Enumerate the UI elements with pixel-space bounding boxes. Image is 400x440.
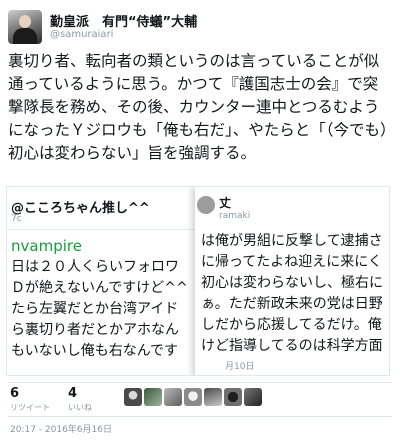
- embedded-reply-name: nvampire: [11, 237, 82, 255]
- retweet-count: 6: [10, 386, 20, 401]
- embedded-reply-line: たら左翼だとか台湾アイド: [11, 301, 179, 317]
- author-handle[interactable]: @samuraiari: [50, 29, 113, 40]
- avatar-head-shape: [19, 15, 31, 28]
- avatar-body-shape: [13, 28, 37, 44]
- embedded-tweet-line: しだから応援してるだけ。俺: [201, 317, 382, 333]
- embedded-user-name: 丈: [219, 196, 232, 210]
- tweet-timestamp[interactable]: 20:17 - 2016年6月16日: [10, 422, 112, 435]
- like-count: 4: [68, 386, 78, 401]
- liker-avatar[interactable]: [244, 388, 262, 406]
- tweet-header: 勤皇派 有門“侍蟻”大輔 @samuraiari: [8, 8, 392, 48]
- liker-avatar[interactable]: [204, 388, 222, 406]
- like-label: いいね: [68, 403, 92, 412]
- tweet-text: 裏切り者、転向者の類というのは言っていることが似通っているように思う。かつて『護…: [8, 52, 388, 162]
- embedded-reply-text: 日は２０人くらいフォロワ Ｄが絶えないんですけど^^ たら左翼だとか台湾アイド …: [11, 257, 188, 362]
- embedded-tweet-line: 初心は変わらないし、極右に: [201, 275, 383, 291]
- embedded-tweet-line: けど指導してるのは科学方面: [201, 338, 383, 354]
- liker-avatar[interactable]: [164, 388, 182, 406]
- embedded-reply-line: ら裏切り者だとかアホなん: [11, 322, 179, 338]
- embedded-tweet-line: に帰ってたよね迎えに来にく: [201, 254, 383, 270]
- embedded-user-handle: 7c: [11, 214, 22, 224]
- liker-avatar[interactable]: [184, 388, 202, 406]
- embedded-tweet-text: は俺が男組に反撃して逮捕さ に帰ってたよね迎えに来にく 初心は変わらないし、極右…: [201, 231, 383, 357]
- embedded-screenshot-right: 丈 ramaki は俺が男組に反撃して逮捕さ に帰ってたよね迎えに来にく 初心は…: [195, 187, 389, 375]
- liker-avatar[interactable]: [224, 388, 242, 406]
- embedded-tweet-line: は俺が男組に反撃して逮捕さ: [201, 233, 383, 249]
- attached-image[interactable]: @こころちゃん推し^^ 7c nvampire 日は２０人くらいフォロワ Ｄが絶…: [6, 186, 390, 376]
- retweet-stat[interactable]: 6 リツイート: [10, 386, 50, 413]
- embedded-avatar: [197, 196, 215, 214]
- embedded-divider: [7, 229, 199, 230]
- divider: [8, 416, 392, 417]
- embedded-reply-line: もいないし俺も右なんです: [11, 343, 179, 359]
- embedded-date: 月10日: [225, 362, 255, 372]
- liker-avatar[interactable]: [124, 388, 142, 406]
- liker-avatar[interactable]: [144, 388, 162, 406]
- author-display-name[interactable]: 勤皇派 有門“侍蟻”大輔: [50, 11, 197, 30]
- divider: [8, 382, 392, 383]
- embedded-user-handle: ramaki: [219, 211, 251, 221]
- like-stat[interactable]: 4 いいね: [68, 386, 92, 413]
- embedded-reply-line: Ｄが絶えないんですけど^^: [11, 280, 188, 296]
- embedded-tweet-line: ぁ。ただ新政未来の党は日野: [201, 296, 383, 312]
- user-avatar[interactable]: [8, 10, 42, 44]
- embedded-user-name: @こころちゃん推し^^: [11, 201, 150, 216]
- retweet-label: リツイート: [10, 403, 50, 412]
- embedded-reply-line: 日は２０人くらいフォロワ: [11, 259, 179, 275]
